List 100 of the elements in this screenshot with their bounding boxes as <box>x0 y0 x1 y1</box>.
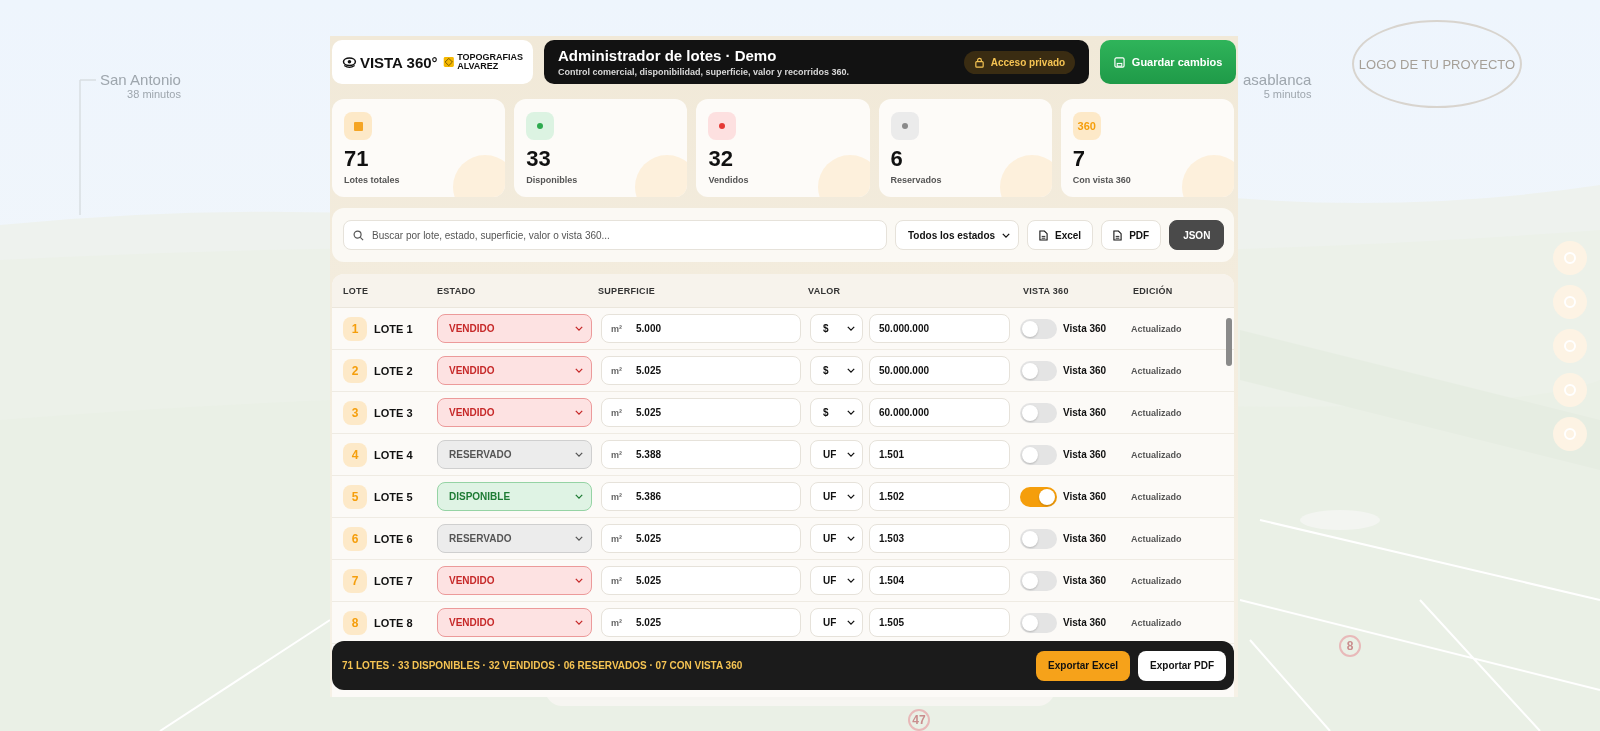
stat-icon <box>890 112 919 140</box>
search-field[interactable]: Buscar por lote, estado, superficie, valor o vista 360... <box>343 220 887 250</box>
status-select[interactable]: VENDIDO <box>437 608 592 637</box>
chevron-icon <box>575 410 583 415</box>
edit-status: Actualizado <box>1131 575 1182 586</box>
unit-label: m² <box>611 491 622 502</box>
stat-label: Disponibles <box>526 175 579 185</box>
toggle-label: Vista 360 <box>1063 575 1107 586</box>
value-field[interactable]: 1.503 <box>869 524 1010 553</box>
value-field[interactable]: 1.501 <box>869 440 1010 469</box>
status-select[interactable]: VENDIDO <box>437 356 592 385</box>
status-filter-select[interactable]: Todos los estados <box>895 220 1019 250</box>
toggle-label: Vista 360 <box>1063 323 1107 334</box>
value-field[interactable]: 1.505 <box>869 608 1010 637</box>
lot-number: 2 <box>343 358 367 383</box>
stat-icon <box>708 112 737 140</box>
toggle-switch[interactable] <box>1020 570 1057 591</box>
lot-name: LOTE 8 <box>374 616 413 629</box>
chevron-icon <box>847 326 855 331</box>
toggle-switch[interactable] <box>1020 402 1057 423</box>
column-header: LOTE <box>343 285 370 296</box>
area-field[interactable]: m² 5.025 <box>601 356 801 385</box>
toggle-switch[interactable] <box>1020 444 1057 465</box>
lot-name: LOTE 4 <box>374 448 413 461</box>
stat-label: Con vista 360 <box>1072 175 1132 185</box>
currency-select[interactable]: UF <box>810 566 863 595</box>
place-label: asablanca <box>1243 71 1312 88</box>
area-field[interactable]: m² 5.388 <box>601 440 801 469</box>
page-title: Administrador de lotes · Demo <box>558 47 778 64</box>
status-select[interactable]: VENDIDO <box>437 398 592 427</box>
status-select[interactable]: VENDIDO <box>437 314 592 343</box>
area-field[interactable]: m² 5.000 <box>601 314 801 343</box>
json-button[interactable]: JSON <box>1169 220 1225 250</box>
export-button[interactable]: Exportar Excel <box>1036 650 1131 681</box>
side-icon-button[interactable] <box>1553 417 1587 451</box>
edit-status: Actualizado <box>1131 449 1182 460</box>
stat-value: 7 <box>1072 147 1087 171</box>
currency-select[interactable]: UF <box>810 608 863 637</box>
toggle-switch[interactable] <box>1020 318 1057 339</box>
edit-status: Actualizado <box>1131 323 1182 334</box>
value-field[interactable]: 1.502 <box>869 482 1010 511</box>
lot-number: 7 <box>343 568 367 593</box>
value-field[interactable]: 50.000.000 <box>869 356 1010 385</box>
area-field[interactable]: m² 5.025 <box>601 398 801 427</box>
value-field[interactable]: 50.000.000 <box>869 314 1010 343</box>
currency-select[interactable]: UF <box>810 482 863 511</box>
value-field[interactable]: 1.504 <box>869 566 1010 595</box>
currency-select[interactable]: UF <box>810 440 863 469</box>
toggle-switch[interactable] <box>1020 528 1057 549</box>
value-field[interactable]: 60.000.000 <box>869 398 1010 427</box>
side-icon-button[interactable] <box>1553 241 1587 275</box>
lot-number: 8 <box>343 610 367 635</box>
chevron-icon <box>575 536 583 541</box>
area-field[interactable]: m² 5.025 <box>601 566 801 595</box>
currency-select[interactable]: $ <box>810 356 863 385</box>
side-icon-button[interactable] <box>1553 373 1587 407</box>
chevron-icon <box>575 326 583 331</box>
currency-select[interactable]: $ <box>810 314 863 343</box>
column-header: ESTADO <box>437 285 477 296</box>
currency-select[interactable]: $ <box>810 398 863 427</box>
stat-value: 6 <box>890 147 904 171</box>
export-button[interactable]: Exportar PDF <box>1138 650 1226 681</box>
column-header: SUPERFICIE <box>598 285 656 296</box>
chevron-icon <box>847 494 855 499</box>
document-icon <box>1039 229 1048 241</box>
toggle-switch[interactable] <box>1020 612 1057 633</box>
toggle-label: Vista 360 <box>1063 491 1107 502</box>
document-icon <box>1113 229 1123 241</box>
stat-icon <box>526 112 555 140</box>
status-select[interactable]: RESERVADO <box>437 440 592 469</box>
status-select[interactable]: VENDIDO <box>437 566 592 595</box>
chevron-icon <box>1002 232 1010 238</box>
lot-number: 5 <box>343 484 367 509</box>
currency-select[interactable]: UF <box>810 524 863 553</box>
diamond-logo-icon <box>442 55 455 69</box>
export-button[interactable]: PDF <box>1101 220 1162 250</box>
status-select[interactable]: DISPONIBLE <box>437 482 592 511</box>
export-button[interactable]: Excel <box>1027 220 1094 250</box>
travel-time: 5 minutos <box>1263 88 1312 100</box>
chevron-icon <box>847 578 855 583</box>
unit-label: m² <box>611 365 622 376</box>
unit-label: m² <box>611 617 622 628</box>
edit-status: Actualizado <box>1131 491 1182 502</box>
chevron-icon <box>575 494 583 499</box>
column-header: VALOR <box>808 285 842 296</box>
area-field[interactable]: m² 5.386 <box>601 482 801 511</box>
toggle-switch[interactable] <box>1020 486 1057 507</box>
side-icon-button[interactable] <box>1553 285 1587 319</box>
place-label: San Antonio <box>100 71 181 88</box>
area-field[interactable]: m² 5.025 <box>601 524 801 553</box>
eye-icon <box>342 54 357 70</box>
save-icon <box>1113 56 1125 68</box>
toggle-switch[interactable] <box>1020 360 1057 381</box>
toggle-label: Vista 360 <box>1063 365 1107 376</box>
side-icon-button[interactable] <box>1553 329 1587 363</box>
stat-value: 32 <box>708 147 734 171</box>
area-field[interactable]: m² 5.025 <box>601 608 801 637</box>
stat-value: 33 <box>526 147 552 171</box>
status-select[interactable]: RESERVADO <box>437 524 592 553</box>
column-header: EDICIÓN <box>1133 285 1173 296</box>
